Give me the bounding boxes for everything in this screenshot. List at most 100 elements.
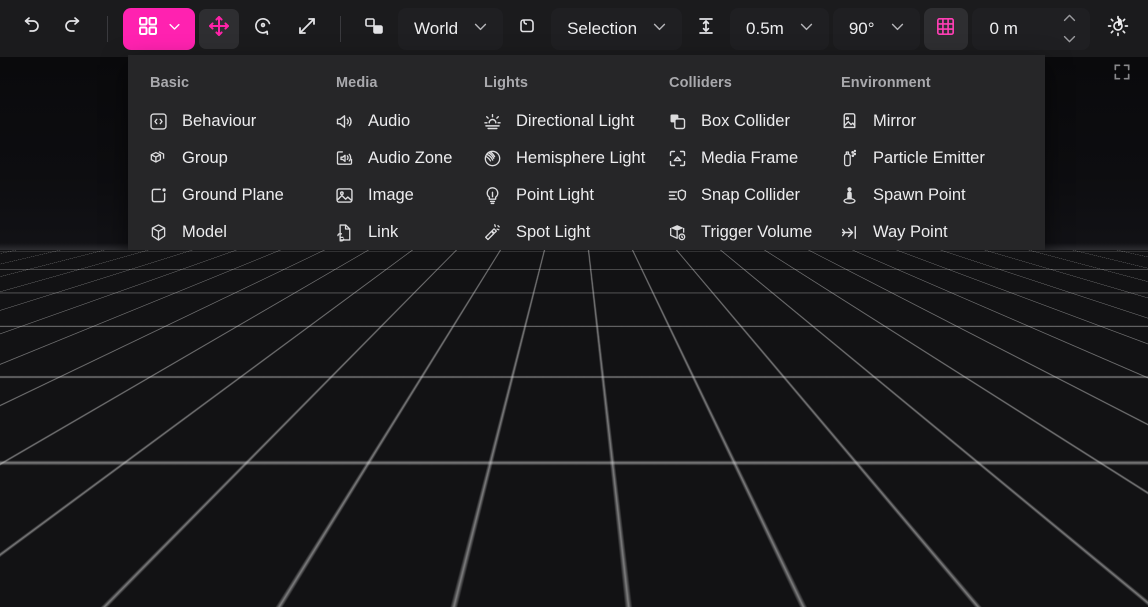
editor-root: World Selection 0.5m 90° 0 m Basic Behav…: [0, 0, 1148, 607]
menu-column-basic: Basic Behaviour Group Ground Plane Model…: [128, 71, 314, 388]
chevron-down-icon: [472, 18, 489, 40]
water-waves-icon: [839, 259, 860, 280]
height-offset-input[interactable]: 0 m: [971, 7, 1090, 50]
menu-item-snap-collider[interactable]: Snap Collider: [655, 178, 811, 212]
menu-item-mirror[interactable]: Mirror: [827, 104, 991, 138]
menu-item-behaviour[interactable]: Behaviour: [136, 104, 306, 138]
avatar: [100, 387, 169, 517]
duplicate-tool-button[interactable]: [354, 9, 394, 49]
menu-item-label: Spawn Point: [873, 185, 966, 204]
menu-item-point-light[interactable]: Point Light: [470, 178, 639, 212]
menu-item-audio-zone[interactable]: Audio Zone: [322, 141, 454, 175]
menu-item-ground-plane[interactable]: Ground Plane: [136, 178, 306, 212]
menu-item-ai-agent[interactable]: AI Agent: [136, 252, 306, 286]
overlapping-squares-icon: [667, 111, 688, 132]
group-cubes-icon: [148, 148, 169, 169]
person-spawn-icon: [839, 185, 860, 206]
menu-item-spot-light[interactable]: Spot Light: [470, 215, 639, 249]
pdf-document-icon: [334, 259, 355, 280]
menu-item-water[interactable]: Water: [827, 252, 991, 286]
menu-item-way-point[interactable]: Way Point: [827, 215, 991, 249]
menu-column-colliders: Colliders Box Collider Media Frame Snap …: [647, 71, 819, 388]
direction-arrow-head: [112, 325, 125, 343]
menu-item-label: Video: [368, 333, 410, 352]
menu-item-model[interactable]: Model: [136, 215, 306, 249]
menu-item-particle-emitter[interactable]: Particle Emitter: [827, 141, 991, 175]
lighting-button[interactable]: [1098, 9, 1138, 49]
stepper-arrows[interactable]: [1061, 8, 1084, 50]
menu-item-label: PDF: [368, 259, 401, 278]
link-document-icon: [334, 222, 355, 243]
hemisphere-icon: [482, 148, 503, 169]
menu-item-label: Link: [368, 222, 399, 241]
menu-item-label: Media Frame: [701, 148, 799, 167]
menu-item-spawner[interactable]: Spawner: [136, 326, 306, 360]
spray-can-icon: [839, 148, 860, 169]
pivot-mode-dropdown[interactable]: Selection: [551, 7, 683, 50]
rounded-cube-icon: [515, 14, 539, 43]
menu-item-audio[interactable]: Audio: [322, 104, 454, 138]
menu-item-group[interactable]: Group: [136, 141, 306, 175]
menu-item-directional-light[interactable]: Directional Light: [470, 104, 639, 138]
menu-item-box-collider[interactable]: Box Collider: [655, 104, 811, 138]
chevron-up-icon[interactable]: [1061, 8, 1078, 28]
menu-column-title: Environment: [841, 75, 931, 91]
magic-wand-icon: [148, 333, 169, 354]
add-object-menu-button[interactable]: [123, 7, 195, 50]
height-offset-value: 0 m: [989, 18, 1018, 38]
grid-size-dropdown[interactable]: 0.5m: [730, 7, 829, 50]
menu-item-text[interactable]: Text: [322, 289, 454, 323]
sun-directional-icon: [482, 111, 503, 132]
menu-item-label: Primitive Mesh: [182, 296, 291, 315]
menu-item-media-frame[interactable]: Media Frame: [655, 141, 811, 175]
menu-item-image[interactable]: Image: [322, 178, 454, 212]
scale-diagonal-arrows-icon: [295, 14, 319, 43]
menu-item-spawn-point[interactable]: Spawn Point: [827, 178, 991, 212]
menu-item-video[interactable]: Video: [322, 326, 454, 360]
menu-item-label: Hemisphere Light: [516, 148, 646, 167]
duplicate-shapes-icon: [362, 14, 386, 43]
menu-item-pdf[interactable]: PDF: [322, 252, 454, 286]
coordinate-space-value: World: [414, 18, 459, 38]
menu-column-environment: Environment Mirror Particle Emitter Spaw…: [819, 71, 999, 388]
menu-item-label: Point Light: [516, 185, 594, 204]
move-arrows-icon: [207, 14, 231, 43]
cube-icon: [148, 296, 169, 317]
grid-toggle-button[interactable]: [923, 7, 968, 50]
coordinate-space-dropdown[interactable]: World: [398, 7, 504, 50]
menu-item-label: Audio Zone: [368, 148, 453, 167]
menu-item-label: Behaviour: [182, 111, 257, 130]
vertical-distribute-icon: [694, 14, 718, 43]
rotation-snap-dropdown[interactable]: 90°: [832, 7, 920, 50]
waypoint-arrow-icon: [839, 222, 860, 243]
menu-column-media: Media Audio Audio Zone Image Link PDF Te…: [314, 71, 462, 388]
fullscreen-corners-icon[interactable]: [1112, 62, 1132, 82]
speaker-icon: [334, 111, 355, 132]
ground-plane-icon: [148, 185, 169, 206]
redo-button[interactable]: [54, 9, 94, 49]
trigger-volume-box-icon: [667, 222, 688, 243]
menu-item-trigger-volume[interactable]: Trigger Volume: [655, 215, 813, 249]
menu-column-lights: Lights Directional Light Hemisphere Ligh…: [462, 71, 647, 388]
menu-item-label: Particle Emitter: [873, 148, 985, 167]
menu-item-label: Spawner: [182, 333, 248, 352]
vertical-snap-button[interactable]: [686, 9, 726, 49]
menu-column-title: Media: [336, 75, 378, 91]
menu-item-label: Mirror: [873, 111, 917, 130]
menu-item-primitive-mesh[interactable]: Primitive Mesh: [136, 289, 306, 323]
menu-item-hemisphere-light[interactable]: Hemisphere Light: [470, 141, 645, 175]
redo-icon: [62, 14, 86, 43]
undo-button[interactable]: [10, 9, 50, 49]
toolbar-divider-2: [340, 15, 341, 42]
brightness-icon: [1106, 14, 1130, 43]
toolbar-divider-1: [107, 15, 108, 42]
bounds-tool-button[interactable]: [507, 9, 547, 49]
chevron-down-icon[interactable]: [1061, 30, 1078, 50]
rotate-tool-button[interactable]: [243, 9, 283, 49]
menu-item-label: Trigger Volume: [701, 222, 813, 241]
scale-tool-button[interactable]: [287, 9, 327, 49]
menu-item-link[interactable]: Link: [322, 215, 454, 249]
menu-item-label: Directional Light: [516, 111, 635, 130]
menu-column-title: Basic: [150, 75, 190, 91]
move-tool-button[interactable]: [199, 8, 239, 49]
